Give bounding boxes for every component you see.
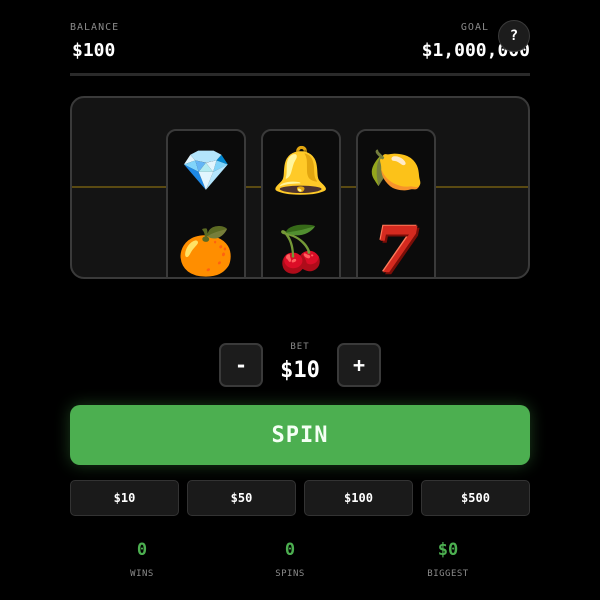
bell-icon: 🔔 — [272, 143, 330, 197]
bet-decrease-button[interactable]: - — [219, 343, 263, 387]
lemon-icon: 🍋 — [368, 145, 424, 196]
wins-value: 0 — [136, 540, 148, 560]
stat-biggest: $0 BIGGEST — [398, 540, 498, 579]
quick-bet-500-button[interactable]: $500 — [421, 480, 530, 516]
biggest-value: $0 — [437, 540, 459, 560]
quick-bet-100-button[interactable]: $100 — [304, 480, 413, 516]
slot-machine-window: 💎 🍊 🔔 🍒 🍋 7 — [70, 96, 530, 279]
orange-icon: 🍊 — [177, 224, 235, 278]
bet-label: BET — [290, 342, 310, 352]
reel-1: 💎 🍊 — [166, 129, 246, 278]
header-divider — [70, 73, 530, 76]
spin-button[interactable]: SPIN — [70, 405, 530, 465]
diamond-icon: 💎 — [181, 148, 231, 194]
cherries-icon: 🍒 — [273, 224, 329, 275]
bet-increase-button[interactable]: + — [337, 343, 381, 387]
help-button[interactable]: ? — [498, 20, 530, 52]
biggest-label: BIGGEST — [427, 569, 469, 579]
stat-spins: 0 SPINS — [240, 540, 340, 579]
spins-label: SPINS — [275, 569, 305, 579]
bet-value: $10 — [280, 358, 320, 383]
stat-wins: 0 WINS — [92, 540, 192, 579]
wins-label: WINS — [130, 569, 154, 579]
spins-value: 0 — [284, 540, 296, 560]
goal-label: GOAL — [460, 22, 489, 33]
seven-icon: 7 — [373, 213, 419, 279]
quick-bet-10-button[interactable]: $10 — [70, 480, 179, 516]
reel-2: 🔔 🍒 — [261, 129, 341, 277]
quick-bet-50-button[interactable]: $50 — [187, 480, 296, 516]
balance-label: BALANCE — [70, 22, 120, 33]
reel-3: 🍋 7 — [356, 129, 436, 279]
balance-value: $100 — [72, 40, 116, 61]
slot-machine-app: BALANCE $100 GOAL $1,000,000 ? 💎 🍊 🔔 🍒 🍋… — [0, 0, 600, 600]
